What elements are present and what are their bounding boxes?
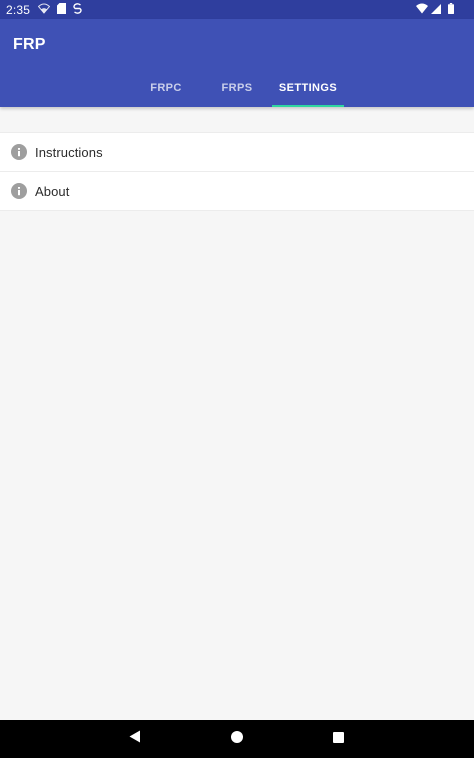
navigation-bar <box>0 720 474 758</box>
recents-icon <box>332 730 344 748</box>
tab-frps-label: FRPS <box>221 81 253 94</box>
home-button[interactable] <box>217 720 257 758</box>
sd-card-icon <box>57 3 66 17</box>
settings-item-label: About <box>35 183 70 199</box>
tab-bar: FRPC FRPS SETTINGS <box>130 68 344 107</box>
sync-icon <box>73 3 82 17</box>
app-title: FRP <box>13 36 46 53</box>
settings-item-label: Instructions <box>35 144 103 160</box>
status-system-icons <box>416 3 454 17</box>
cell-signal-icon <box>431 3 441 17</box>
status-notification-icons <box>37 3 82 17</box>
home-icon <box>231 730 243 748</box>
tab-indicator <box>272 105 344 107</box>
wifi-calling-icon <box>37 3 51 17</box>
settings-item-about[interactable]: About <box>0 172 474 211</box>
info-icon <box>11 144 27 160</box>
status-time: 2:35 <box>6 3 31 17</box>
tab-frpc-label: FRPC <box>150 81 182 94</box>
back-icon <box>129 730 141 748</box>
info-icon <box>11 183 27 199</box>
status-bar: 2:35 <box>0 0 474 19</box>
tab-frpc[interactable]: FRPC <box>130 68 202 107</box>
battery-icon <box>448 3 454 17</box>
settings-list: Instructions About <box>0 132 474 211</box>
app-bar: FRP FRPC FRPS SETTINGS <box>0 19 474 107</box>
wifi-icon <box>416 3 428 17</box>
recents-button[interactable] <box>318 720 358 758</box>
settings-item-instructions[interactable]: Instructions <box>0 133 474 172</box>
tab-frps[interactable]: FRPS <box>202 68 272 107</box>
tab-settings[interactable]: SETTINGS <box>272 68 344 107</box>
tab-settings-label: SETTINGS <box>278 81 338 94</box>
back-button[interactable] <box>115 720 155 758</box>
